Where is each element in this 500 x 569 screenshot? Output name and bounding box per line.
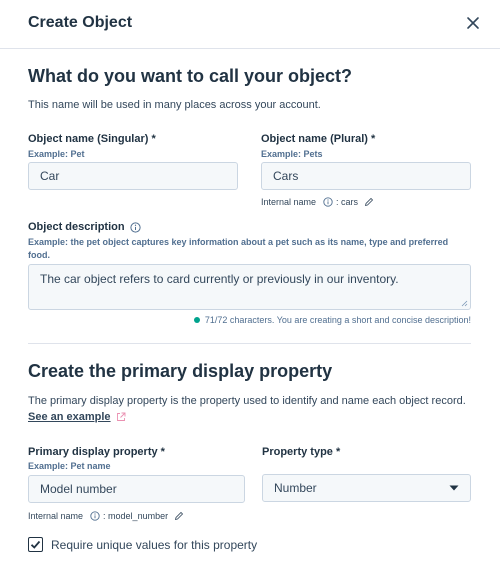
singular-name-label: Object name (Singular) * [28,133,156,145]
property-type-label: Property type * [262,446,341,458]
primary-display-label: Primary display property * [28,446,165,458]
plural-name-hint: Example: Pets [261,149,323,159]
description-hint-line1: Example: the pet object captures key inf… [28,237,449,247]
modal-body: What do you want to call your object? Th… [0,49,500,569]
pencil-icon[interactable] [174,511,184,521]
section-divider [28,343,471,344]
see-example-label: See an example [28,411,111,423]
unique-values-label: Require unique values for this property [51,537,258,552]
singular-name-hint: Example: Pet [28,149,85,159]
property-type-select[interactable]: Number [262,474,471,502]
primary-internal-name-value: : model_number [103,511,169,521]
unique-values-checkbox[interactable] [28,537,43,552]
pencil-icon[interactable] [364,197,374,207]
primary-display-hint: Example: Pet name [28,461,111,471]
singular-name-input[interactable]: Car [28,162,238,190]
display-section-description: The primary display property is the prop… [28,395,466,407]
display-section-heading: Create the primary display property [28,361,333,381]
plural-name-input[interactable]: Cars [261,162,471,190]
plural-name-value: Cars [273,169,299,183]
unique-values-row: Require unique values for this property [28,537,257,552]
primary-display-input[interactable]: Model number [28,475,245,503]
name-section-description: This name will be used in many places ac… [28,99,321,111]
counter-text: 71/72 characters. You are creating a sho… [204,315,471,325]
internal-name-label: Internal name [261,197,317,207]
description-textarea[interactable]: The car object refers to card currently … [28,264,471,310]
description-hint-line2: food. [28,250,50,260]
close-button[interactable] [464,14,482,32]
caret-down-icon [449,485,459,491]
info-icon [90,511,100,521]
internal-name-value: : cars [336,197,359,207]
character-counter: 71/72 characters. You are creating a sho… [193,315,471,325]
property-type-value: Number [274,481,317,495]
primary-internal-name-label: Internal name [28,511,84,521]
primary-display-value: Model number [40,482,117,496]
modal-header: Create Object [0,0,500,49]
description-label-row: Object description [28,221,141,233]
singular-name-value: Car [40,169,60,183]
resize-handle-icon[interactable] [460,299,468,307]
info-icon [323,197,333,207]
checkmark-icon [30,540,41,549]
external-link-icon [116,412,126,421]
name-section-heading: What do you want to call your object? [28,66,353,86]
plural-name-label: Object name (Plural) * [261,133,376,145]
primary-internal-name: Internal name : model_number [28,511,184,521]
see-example-link[interactable]: See an example [28,411,126,423]
description-label: Object description [28,221,125,233]
internal-name: Internal name : cars [261,197,374,207]
close-icon [467,17,479,29]
info-icon [129,221,141,233]
modal-title: Create Object [28,14,133,31]
status-dot [193,317,200,323]
description-value: The car object refers to card currently … [40,272,399,286]
